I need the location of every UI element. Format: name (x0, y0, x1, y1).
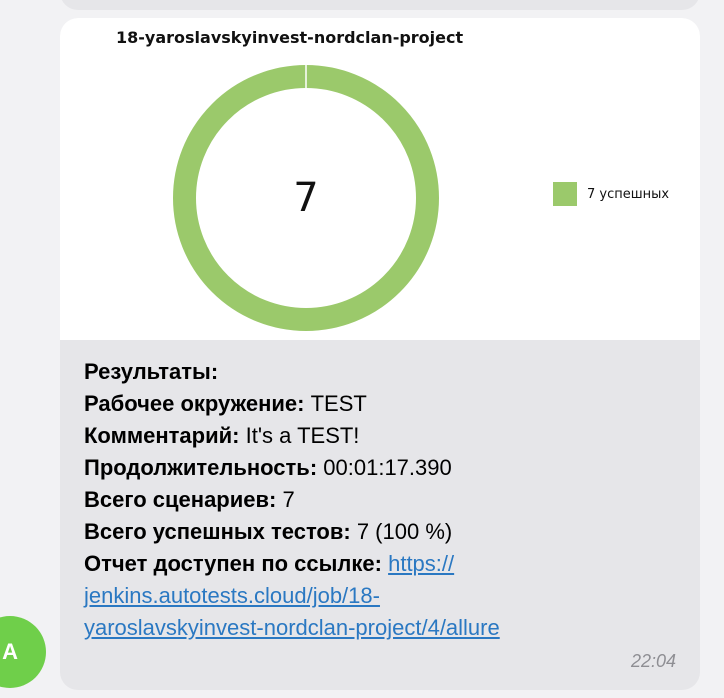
report-link-part1[interactable]: https:// (388, 551, 454, 576)
previous-message-bubble (60, 0, 700, 10)
report-label: Отчет доступен по ссылке: (84, 551, 382, 576)
report-link-row-3: yaroslavskyinvest-nordclan-project/4/all… (84, 612, 684, 644)
sender-avatar[interactable]: A (0, 616, 46, 688)
comment-row: Комментарий: It's a TEST! (84, 420, 684, 452)
legend-label: 7 успешных (587, 186, 670, 202)
scenarios-label: Всего сценариев: (84, 487, 277, 512)
report-row: Отчет доступен по ссылке: https:// (84, 548, 684, 580)
chart-legend: 7 успешных (553, 182, 669, 206)
passed-row: Всего успешных тестов: 7 (100 %) (84, 516, 684, 548)
comment-value: It's a TEST! (239, 423, 360, 448)
legend-swatch (553, 182, 577, 206)
env-label: Рабочее окружение: (84, 391, 305, 416)
donut-chart: 7 (173, 65, 439, 331)
report-link-part2[interactable]: jenkins.autotests.cloud/job/18- (84, 583, 380, 608)
scenarios-value: 7 (276, 487, 295, 512)
message-timestamp: 22:04 (630, 651, 676, 671)
report-link-row-2: jenkins.autotests.cloud/job/18- (84, 580, 684, 612)
comment-label: Комментарий: (84, 423, 240, 448)
chart-image[interactable]: 18-yaroslavskyinvest-nordclan-project 7 … (60, 18, 700, 340)
duration-row: Продолжительность: 00:01:17.390 (84, 452, 684, 484)
donut-center-count: 7 (293, 175, 319, 221)
passed-value: 7 (100 %) (350, 519, 453, 544)
results-heading: Результаты: (84, 359, 219, 384)
chart-title: 18-yaroslavskyinvest-nordclan-project (116, 28, 464, 47)
avatar-initial: A (2, 639, 18, 664)
report-link-part3[interactable]: yaroslavskyinvest-nordclan-project/4/all… (84, 615, 500, 640)
results-text: Результаты: Рабочее окружение: TEST Комм… (84, 356, 684, 644)
env-value: TEST (304, 391, 367, 416)
duration-value: 00:01:17.390 (317, 455, 452, 480)
duration-label: Продолжительность: (84, 455, 318, 480)
passed-label: Всего успешных тестов: (84, 519, 351, 544)
message-bubble[interactable]: 18-yaroslavskyinvest-nordclan-project 7 … (60, 18, 700, 690)
env-row: Рабочее окружение: TEST (84, 388, 684, 420)
scenarios-row: Всего сценариев: 7 (84, 484, 684, 516)
